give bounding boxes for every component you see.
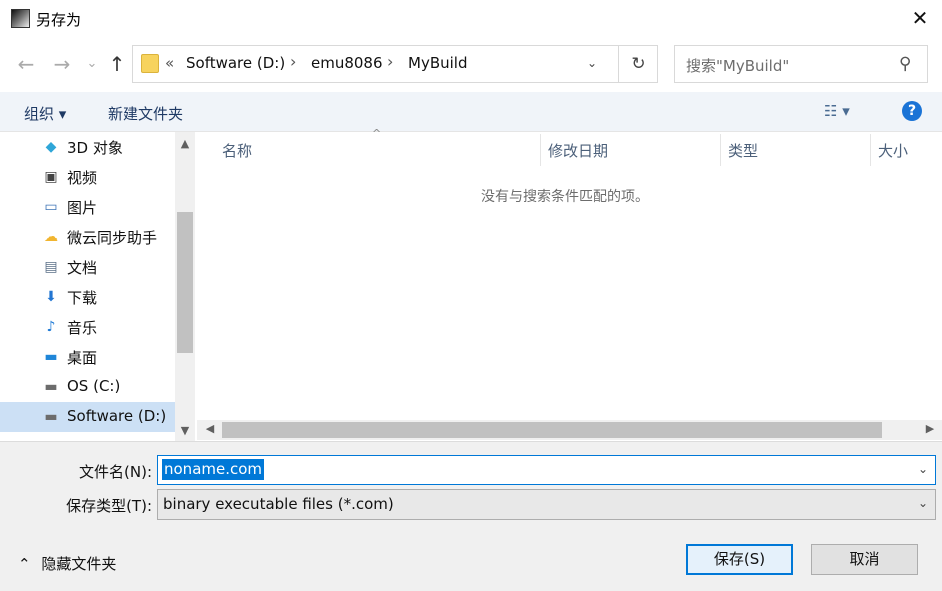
column-divider[interactable] <box>870 134 871 166</box>
sort-indicator-icon: ^ <box>372 127 382 140</box>
document-icon: ▤ <box>44 259 58 275</box>
sidebar-item[interactable]: ▭ 图片 <box>0 192 175 222</box>
sidebar-item-label: 3D 对象 <box>67 139 123 157</box>
back-arrow-icon[interactable]: ← <box>14 51 38 77</box>
view-options-icon[interactable]: ☷ ▾ <box>824 102 850 120</box>
scroll-left-icon[interactable]: ◀ <box>200 422 220 435</box>
sidebar-item-label: 视频 <box>67 169 98 187</box>
sidebar-item-label: 桌面 <box>67 349 98 367</box>
forward-arrow-icon[interactable]: → <box>50 51 74 77</box>
filename-dropdown-icon[interactable]: ⌄ <box>918 462 928 476</box>
recent-locations-icon[interactable]: ⌄ <box>80 51 104 77</box>
file-list-scroll-thumb[interactable] <box>222 422 882 438</box>
breadcrumb-separator[interactable]: › <box>387 52 393 71</box>
column-divider[interactable] <box>720 134 721 166</box>
video-icon: ▣ <box>44 169 58 185</box>
sidebar-item[interactable]: ☁ 微云同步助手 <box>0 222 175 252</box>
column-divider[interactable] <box>540 134 541 166</box>
column-header-modified[interactable]: 修改日期 <box>548 140 608 161</box>
filename-value[interactable]: noname.com <box>162 459 265 480</box>
scroll-down-icon[interactable]: ▼ <box>175 424 195 437</box>
sidebar-item[interactable]: ▤ 文档 <box>0 252 175 282</box>
sidebar-item[interactable]: ⬇ 下载 <box>0 282 175 312</box>
sidebar-item-label: 下载 <box>67 289 98 307</box>
drive-icon: ▬ <box>44 379 58 395</box>
scroll-right-icon[interactable]: ▶ <box>920 422 940 435</box>
breadcrumb-mybuild[interactable]: MyBuild <box>408 54 467 72</box>
file-list[interactable] <box>197 132 942 441</box>
filename-field[interactable]: noname.com ⌄ <box>157 455 936 485</box>
sidebar-item-label: 图片 <box>67 199 98 217</box>
sidebar-item[interactable]: ▣ 视频 <box>0 162 175 192</box>
close-icon[interactable]: ✕ <box>908 6 932 30</box>
column-header-type[interactable]: 类型 <box>728 140 758 161</box>
sidebar-item[interactable]: ▬ 桌面 <box>0 342 175 372</box>
app-icon <box>11 9 30 28</box>
sidebar-item-label: 文档 <box>67 259 98 277</box>
column-header-size[interactable]: 大小 <box>878 140 908 161</box>
sidebar-item-label: 音乐 <box>67 319 98 337</box>
search-icon[interactable]: ⚲ <box>899 54 911 74</box>
cube-icon: ◆ <box>45 139 57 155</box>
cancel-button[interactable]: 取消 <box>811 544 918 575</box>
sidebar-item-label: OS (C:) <box>67 377 121 395</box>
sidebar-item[interactable]: ▬ Software (D:) <box>0 402 175 432</box>
sidebar-item[interactable]: ◆ 3D 对象 <box>0 132 175 162</box>
filetype-select[interactable]: binary executable files (*.com) ⌄ <box>157 489 936 520</box>
sidebar-item[interactable]: ♪ 音乐 <box>0 312 175 342</box>
search-placeholder: 搜索"MyBuild" <box>686 57 790 75</box>
filetype-value: binary executable files (*.com) <box>163 495 394 513</box>
chevron-up-icon: ⌃ <box>18 555 31 573</box>
address-dropdown-icon[interactable]: ⌄ <box>587 56 597 70</box>
scroll-up-icon[interactable]: ▲ <box>175 137 195 150</box>
filetype-label: 保存类型(T): <box>66 497 152 515</box>
column-header-name[interactable]: 名称 <box>222 140 252 161</box>
music-icon: ♪ <box>46 319 56 335</box>
hide-folders-toggle[interactable]: ⌃ 隐藏文件夹 <box>18 553 116 574</box>
hide-folders-label: 隐藏文件夹 <box>41 555 117 573</box>
command-bar: 组织 ▾ 新建文件夹 ☷ ▾ ? <box>0 92 942 132</box>
desktop-icon: ▬ <box>44 349 58 365</box>
sidebar-item[interactable]: ▬ OS (C:) <box>0 372 175 402</box>
folder-icon <box>141 54 159 73</box>
navigation-scroll-thumb[interactable] <box>177 212 193 353</box>
up-arrow-icon[interactable]: ↑ <box>105 51 129 77</box>
save-button[interactable]: 保存(S) <box>686 544 793 575</box>
filename-label: 文件名(N): <box>79 463 152 481</box>
sidebar-item-label: 微云同步助手 <box>67 229 158 247</box>
empty-message: 没有与搜索条件匹配的项。 <box>481 189 649 205</box>
address-overflow[interactable]: « <box>165 54 174 72</box>
address-bar[interactable]: « Software (D:) › emu8086 › MyBuild ⌄ ↻ <box>132 45 658 83</box>
breadcrumb-emu8086[interactable]: emu8086 <box>311 54 383 72</box>
window-title: 另存为 <box>36 11 82 29</box>
search-input[interactable]: 搜索"MyBuild" ⚲ <box>674 45 928 83</box>
breadcrumb-software-d[interactable]: Software (D:) <box>186 54 285 72</box>
drive-icon: ▬ <box>44 409 58 425</box>
help-icon[interactable]: ? <box>902 101 922 121</box>
picture-icon: ▭ <box>44 199 58 215</box>
filetype-dropdown-icon[interactable]: ⌄ <box>918 496 928 510</box>
refresh-icon[interactable]: ↻ <box>618 46 658 82</box>
organize-menu-button[interactable]: 组织 ▾ <box>24 103 66 124</box>
title-bar: 另存为 ✕ <box>0 0 942 38</box>
new-folder-button[interactable]: 新建文件夹 <box>108 103 183 124</box>
navigation-pane: ◆ 3D 对象 ▣ 视频 ▭ 图片 ☁ 微云同步助手 ▤ 文档 ⬇ 下载 ♪ 音乐 ▬ 桌面 ▬ OS (C:) ▬… <box>0 132 196 441</box>
cloud-icon: ☁ <box>44 229 58 245</box>
sidebar-item-label: Software (D:) <box>67 407 167 425</box>
download-icon: ⬇ <box>45 289 57 305</box>
breadcrumb-separator[interactable]: › <box>290 52 296 71</box>
